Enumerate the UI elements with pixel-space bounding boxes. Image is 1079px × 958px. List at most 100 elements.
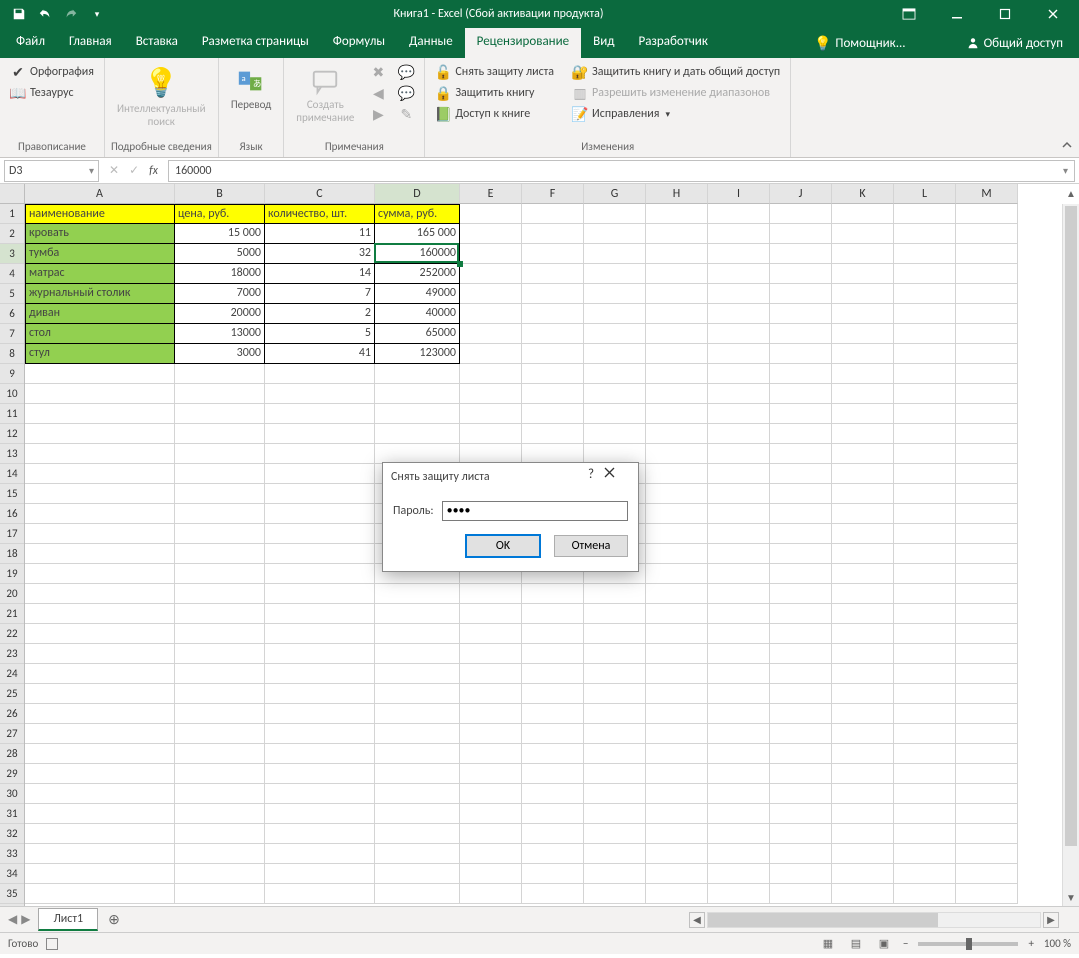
cell[interactable] <box>832 844 894 864</box>
cell[interactable] <box>25 744 175 764</box>
cell[interactable] <box>646 284 708 304</box>
cell[interactable] <box>375 684 460 704</box>
cell[interactable] <box>894 224 956 244</box>
cell[interactable] <box>460 784 522 804</box>
cell[interactable] <box>956 804 1018 824</box>
cell[interactable] <box>956 364 1018 384</box>
zoom-level[interactable]: 100 % <box>1044 937 1071 950</box>
cell[interactable] <box>770 884 832 904</box>
cell[interactable] <box>522 324 584 344</box>
cell[interactable] <box>646 404 708 424</box>
cell[interactable] <box>646 544 708 564</box>
cell[interactable] <box>646 424 708 444</box>
cell[interactable] <box>770 444 832 464</box>
cell[interactable] <box>956 444 1018 464</box>
cell[interactable] <box>832 544 894 564</box>
cell[interactable] <box>25 544 175 564</box>
cell[interactable] <box>175 804 265 824</box>
cell[interactable] <box>956 224 1018 244</box>
cell[interactable]: 3000 <box>175 344 265 364</box>
cell[interactable] <box>894 584 956 604</box>
cell[interactable] <box>646 704 708 724</box>
cell[interactable] <box>522 384 584 404</box>
cell[interactable] <box>375 444 460 464</box>
formula-bar[interactable]: 160000 ▾ <box>168 160 1075 182</box>
cell[interactable] <box>956 764 1018 784</box>
page-break-view-button[interactable]: ▣ <box>875 935 893 953</box>
cell[interactable] <box>956 664 1018 684</box>
cell[interactable] <box>956 824 1018 844</box>
cell[interactable]: стол <box>25 324 175 344</box>
row-header[interactable]: 29 <box>0 764 24 784</box>
cell[interactable] <box>832 264 894 284</box>
cell[interactable] <box>175 464 265 484</box>
cell[interactable] <box>646 584 708 604</box>
cell[interactable] <box>25 404 175 424</box>
cell[interactable] <box>460 324 522 344</box>
cell[interactable] <box>832 764 894 784</box>
fx-icon[interactable]: fx <box>149 164 158 178</box>
row-header[interactable]: 26 <box>0 704 24 724</box>
hscroll-thumb[interactable] <box>708 913 938 927</box>
zoom-slider[interactable] <box>918 942 1018 946</box>
cell[interactable] <box>832 304 894 324</box>
cell[interactable] <box>175 524 265 544</box>
cell[interactable] <box>175 824 265 844</box>
cell[interactable] <box>175 424 265 444</box>
cell[interactable] <box>646 204 708 224</box>
cell[interactable] <box>25 884 175 904</box>
cell[interactable] <box>708 764 770 784</box>
cell[interactable]: матрас <box>25 264 175 284</box>
cell[interactable] <box>522 404 584 424</box>
column-header[interactable]: I <box>708 184 770 204</box>
cell[interactable]: цена, руб. <box>175 204 265 224</box>
cell[interactable] <box>646 504 708 524</box>
cell[interactable] <box>522 584 584 604</box>
cell[interactable] <box>522 664 584 684</box>
row-header[interactable]: 35 <box>0 884 24 904</box>
cell[interactable]: 49000 <box>375 284 460 304</box>
cell[interactable] <box>832 704 894 724</box>
cell[interactable] <box>522 764 584 784</box>
cell[interactable] <box>175 544 265 564</box>
ribbon-display-options-icon[interactable] <box>889 3 929 25</box>
cell[interactable] <box>832 564 894 584</box>
cell[interactable] <box>956 604 1018 624</box>
row-header[interactable]: 21 <box>0 604 24 624</box>
cell[interactable] <box>956 424 1018 444</box>
cell[interactable] <box>522 244 584 264</box>
cell[interactable]: количество, шт. <box>265 204 375 224</box>
cell[interactable] <box>375 704 460 724</box>
spelling-button[interactable]: ✔ Орфография <box>6 62 98 82</box>
cell[interactable] <box>770 464 832 484</box>
cell[interactable] <box>832 384 894 404</box>
row-header[interactable]: 25 <box>0 684 24 704</box>
cell[interactable] <box>770 604 832 624</box>
cell[interactable] <box>375 404 460 424</box>
row-header[interactable]: 8 <box>0 344 24 364</box>
cell[interactable] <box>956 384 1018 404</box>
cell[interactable] <box>894 284 956 304</box>
save-icon[interactable] <box>8 3 30 25</box>
cell[interactable] <box>522 804 584 824</box>
cell[interactable] <box>522 844 584 864</box>
cell[interactable] <box>460 204 522 224</box>
scroll-right-icon[interactable]: ▶ <box>1043 912 1059 928</box>
cell[interactable] <box>770 524 832 544</box>
cell[interactable] <box>375 804 460 824</box>
cell[interactable] <box>460 264 522 284</box>
cell[interactable] <box>375 384 460 404</box>
cell[interactable]: 123000 <box>375 344 460 364</box>
cell[interactable] <box>956 784 1018 804</box>
cell[interactable] <box>265 664 375 684</box>
row-header[interactable]: 13 <box>0 444 24 464</box>
cell[interactable] <box>956 584 1018 604</box>
cell[interactable] <box>770 744 832 764</box>
scroll-up-icon[interactable]: ▲ <box>1063 186 1079 202</box>
cell[interactable] <box>584 424 646 444</box>
cell[interactable]: 14 <box>265 264 375 284</box>
cell[interactable] <box>956 704 1018 724</box>
column-header[interactable]: A <box>25 184 175 204</box>
row-header[interactable]: 9 <box>0 364 24 384</box>
cell[interactable] <box>894 424 956 444</box>
